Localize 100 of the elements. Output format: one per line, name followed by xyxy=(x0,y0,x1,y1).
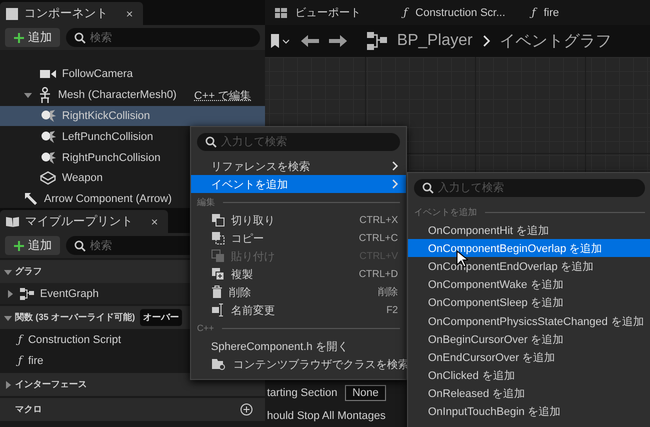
function-icon: ƒ xyxy=(18,354,22,367)
search-field[interactable]: 入力して検索 xyxy=(414,179,645,197)
duplicate-icon xyxy=(211,267,225,281)
section-title: マクロ xyxy=(15,403,42,416)
menu-item[interactable]: OnReleased を追加 xyxy=(408,384,650,403)
function-icon: ƒ xyxy=(532,6,536,19)
folder-search-icon xyxy=(211,357,227,371)
menu-section-label: 編集 xyxy=(197,196,215,208)
add-button[interactable]: 追加 xyxy=(5,236,60,255)
bookmark-icon[interactable] xyxy=(271,34,291,48)
tab-title: コンポーネント xyxy=(24,5,108,22)
arrow-icon xyxy=(24,192,38,206)
tab-title: マイブループリント xyxy=(25,213,133,230)
rename-icon xyxy=(211,303,225,317)
panel-tab[interactable]: コンポーネント × xyxy=(0,2,144,25)
skeleton-icon xyxy=(38,87,52,104)
menu-item[interactable]: OnComponentEndOverlap を追加 xyxy=(408,257,650,276)
section-title: 関数 (35 オーバーライド可能) xyxy=(15,311,136,324)
menu-item[interactable]: SphereComponent.h を開く xyxy=(191,337,406,355)
breadcrumb-blueprint[interactable]: BP_Player xyxy=(397,32,473,50)
menu-item[interactable]: OnBeginCursorOver を追加 xyxy=(408,330,650,348)
menu-item[interactable]: OnComponentWake を追加 xyxy=(408,276,650,294)
edit-link[interactable]: C++ で編集 xyxy=(194,88,251,103)
menu-item[interactable]: OnClicked を追加 xyxy=(408,366,650,385)
expand-arrow-icon[interactable] xyxy=(4,314,12,322)
menu-item[interactable]: OnComponentPhysicsStateChanged を追加 xyxy=(408,312,650,330)
tree-item-label: RightPunchCollision xyxy=(62,152,160,164)
function-icon: ƒ xyxy=(18,333,22,346)
editor-tab[interactable]: ƒ fire xyxy=(522,0,650,25)
override-button[interactable]: オーバー xyxy=(140,309,182,326)
shortcut-label: CTRL+X xyxy=(359,214,398,226)
tab-label: ビューポート xyxy=(295,6,361,20)
property-label: tarting Section xyxy=(267,387,338,399)
expand-arrow-icon[interactable] xyxy=(6,290,14,298)
search-field[interactable]: 入力して検索 xyxy=(197,133,400,151)
tree-item[interactable]: FollowCamera xyxy=(0,64,265,85)
value-field[interactable]: None xyxy=(345,385,386,401)
tab-label: Construction Scr... xyxy=(415,6,506,18)
tree-item-label: FollowCamera xyxy=(62,68,133,80)
function-icon: ƒ xyxy=(403,6,408,19)
section-header[interactable]: インターフェース xyxy=(0,373,265,396)
section-header[interactable]: マクロ xyxy=(0,398,265,421)
menu-item[interactable]: リファレンスを検索 xyxy=(191,157,406,175)
property-label: hould Stop All Montages xyxy=(267,410,386,422)
tree-item[interactable]: Mesh (CharacterMesh0) C++ で編集 xyxy=(0,84,265,106)
add-button[interactable]: 追加 xyxy=(5,28,60,47)
menu-item[interactable]: イベントを追加 xyxy=(191,175,406,193)
expand-arrow-icon[interactable] xyxy=(4,380,12,388)
plus-icon xyxy=(13,32,25,44)
shortcut-label: F2 xyxy=(386,304,398,316)
menu-item[interactable]: OnEndCursorOver を追加 xyxy=(408,348,650,366)
book-icon xyxy=(6,216,19,227)
back-arrow-icon[interactable] xyxy=(301,34,319,48)
menu-item[interactable]: 切り取り CTRL+X xyxy=(191,211,406,229)
box-icon xyxy=(40,171,56,186)
shortcut-label: CTRL+D xyxy=(358,268,398,280)
close-icon[interactable]: × xyxy=(139,214,158,228)
paste-icon xyxy=(211,249,225,263)
forward-arrow-icon[interactable] xyxy=(329,34,347,48)
menu-item[interactable]: OnInputTouchBegin を追加 xyxy=(408,402,650,422)
tree-item-label: RightKickCollision xyxy=(62,110,150,122)
camera-icon xyxy=(40,69,56,80)
graph-name: EventGraph xyxy=(40,288,99,300)
menu-item[interactable]: OnComponentHit を追加 xyxy=(408,221,650,240)
chevron-right-icon xyxy=(482,35,490,47)
tree-item[interactable]: RightKickCollision xyxy=(0,106,265,126)
plus-icon xyxy=(13,240,25,252)
breadcrumb-graph[interactable]: イベントグラフ xyxy=(500,30,612,52)
editor-tab[interactable]: ƒ Construction Scr... xyxy=(393,0,522,25)
tree-item-label: Arrow Component (Arrow) xyxy=(44,193,172,206)
menu-item[interactable]: OnComponentSleep を追加 xyxy=(408,294,650,312)
sphere-burst-icon xyxy=(40,108,56,123)
menu-item[interactable]: OnComponentBeginOverlap を追加 xyxy=(408,239,650,258)
menu-item-label: SphereComponent.h を開く xyxy=(211,340,349,354)
tree-item-label: LeftPunchCollision xyxy=(62,130,154,143)
sphere-burst-icon xyxy=(40,130,56,144)
graph-nodes-icon xyxy=(20,288,34,300)
search-field[interactable]: 検索 xyxy=(66,28,260,47)
menu-item-label: 複製 xyxy=(231,268,253,282)
section-title: インターフェース xyxy=(15,378,87,391)
sphere-burst-icon xyxy=(40,150,56,165)
expand-arrow-icon[interactable] xyxy=(24,91,32,100)
graph-nodes-icon xyxy=(367,32,387,50)
menu-item-label: リファレンスを検索 xyxy=(211,160,310,174)
tree-item-label: Mesh (CharacterMesh0) xyxy=(58,89,177,102)
editor-tab[interactable]: ビューポート xyxy=(265,0,394,25)
add-circle-icon[interactable] xyxy=(240,403,253,416)
tab-label: fire xyxy=(544,6,560,18)
function-name: Construction Script xyxy=(28,334,122,346)
expand-arrow-icon[interactable] xyxy=(4,268,12,276)
function-name: fire xyxy=(28,354,44,366)
menu-item-label: イベントを追加 xyxy=(211,178,288,192)
menu-item-label: 削除 xyxy=(229,286,251,300)
menu-item-label: 切り取り xyxy=(231,214,275,228)
section-title: グラフ xyxy=(15,265,42,278)
menu-section-label: イベントを追加 xyxy=(414,206,477,218)
panel-tab[interactable]: マイブループリント × xyxy=(0,210,168,233)
copy-icon xyxy=(211,231,225,245)
close-icon[interactable]: × xyxy=(114,6,134,20)
grid-icon xyxy=(275,8,287,18)
